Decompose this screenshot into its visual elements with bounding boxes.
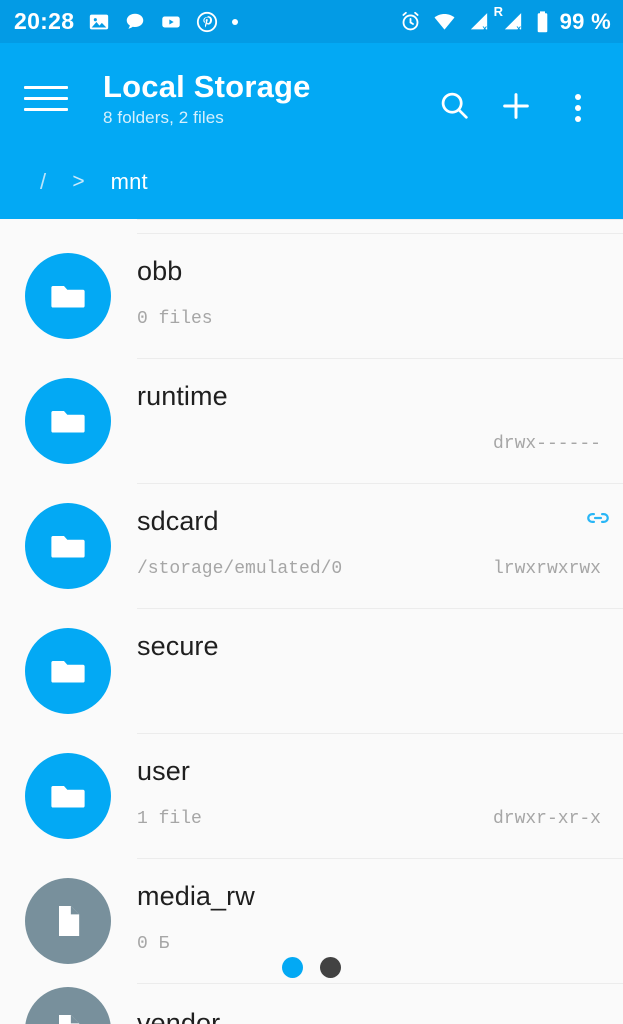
status-bar: 20:28 x x R 99 % bbox=[0, 0, 623, 43]
dot-icon bbox=[232, 18, 239, 25]
search-button[interactable] bbox=[423, 81, 485, 135]
breadcrumb-separator-icon: > bbox=[72, 170, 85, 193]
folder-icon bbox=[25, 502, 111, 589]
list-item-partial-below[interactable]: vendor bbox=[0, 983, 623, 1024]
row-content: secure bbox=[137, 608, 623, 733]
folder-icon bbox=[25, 752, 111, 839]
svg-text:x: x bbox=[482, 23, 487, 33]
item-name: secure bbox=[137, 631, 219, 662]
row-meta bbox=[137, 684, 603, 705]
battery-percent-label: 99 % bbox=[559, 8, 611, 34]
battery-icon bbox=[535, 10, 550, 34]
wifi-icon bbox=[432, 10, 457, 33]
overflow-menu-button[interactable] bbox=[547, 81, 609, 135]
table-row[interactable]: sdcard /storage/emulated/0 lrwxrwxrwx bbox=[0, 483, 623, 608]
item-subtitle: 0 files bbox=[137, 309, 213, 330]
item-permissions: lrwxrwxrwx bbox=[492, 559, 601, 580]
item-subtitle: 1 file bbox=[137, 809, 202, 830]
file-document-icon bbox=[25, 987, 111, 1024]
status-bar-clock: 20:28 bbox=[14, 8, 75, 34]
roaming-r-label: R bbox=[493, 4, 504, 19]
page-subtitle: 8 folders, 2 files bbox=[103, 107, 224, 127]
item-name: user bbox=[137, 756, 190, 787]
breadcrumb: / > mnt bbox=[0, 151, 623, 213]
file-document-icon bbox=[25, 877, 111, 964]
folder-icon bbox=[25, 627, 111, 714]
row-content: runtime drwx------ bbox=[137, 358, 623, 483]
table-row[interactable]: runtime drwx------ bbox=[0, 358, 623, 483]
app-bar: Local Storage 8 folders, 2 files / > mnt bbox=[0, 43, 623, 219]
item-name: media_rw bbox=[137, 881, 255, 912]
folder-icon bbox=[25, 377, 111, 464]
row-content: obb 0 files bbox=[137, 233, 623, 358]
row-content: sdcard /storage/emulated/0 lrwxrwxrwx bbox=[137, 483, 623, 608]
row-meta: /storage/emulated/0 lrwxrwxrwx bbox=[137, 559, 603, 580]
table-row[interactable]: secure bbox=[0, 608, 623, 733]
pinterest-icon bbox=[196, 11, 218, 33]
youtube-icon bbox=[160, 11, 182, 33]
item-permissions: drwx------ bbox=[492, 434, 601, 455]
item-name: obb bbox=[137, 256, 183, 287]
status-bar-right: x x R 99 % bbox=[399, 5, 611, 35]
signal-no-sim-2-icon: x R bbox=[494, 5, 525, 33]
item-name: runtime bbox=[137, 381, 228, 412]
row-meta: 0 files bbox=[137, 309, 603, 330]
app-bar-title-block: Local Storage 8 folders, 2 files bbox=[103, 69, 423, 128]
table-row[interactable]: user 1 file drwxr-xr-x bbox=[0, 733, 623, 858]
item-name: sdcard bbox=[137, 506, 219, 537]
alarm-icon bbox=[399, 10, 422, 33]
app-bar-main-row: Local Storage 8 folders, 2 files bbox=[0, 43, 623, 151]
row-content: user 1 file drwxr-xr-x bbox=[137, 733, 623, 858]
row-divider bbox=[137, 219, 623, 220]
row-meta: drwx------ bbox=[137, 434, 603, 455]
item-subtitle: /storage/emulated/0 bbox=[137, 559, 343, 580]
table-row[interactable]: obb 0 files bbox=[0, 233, 623, 358]
row-content: vendor bbox=[137, 983, 623, 1024]
row-meta: 0 Б bbox=[137, 934, 603, 955]
folder-icon bbox=[25, 252, 111, 339]
chat-bubble-icon bbox=[124, 11, 146, 33]
row-content: media_rw 0 Б bbox=[137, 858, 623, 983]
item-subtitle: 0 Б bbox=[137, 934, 170, 955]
breadcrumb-item-mnt[interactable]: mnt bbox=[109, 165, 150, 199]
table-row[interactable]: media_rw 0 Б bbox=[0, 858, 623, 983]
plus-icon bbox=[499, 89, 533, 128]
row-meta: 1 file drwxr-xr-x bbox=[137, 809, 603, 830]
file-list[interactable]: obb 0 files runtime drwx------ sdcard /s… bbox=[0, 219, 623, 1024]
add-button[interactable] bbox=[485, 81, 547, 135]
search-icon bbox=[438, 89, 471, 127]
gallery-icon bbox=[88, 11, 110, 33]
breadcrumb-item-root[interactable]: / bbox=[38, 165, 48, 199]
app-bar-actions bbox=[423, 81, 609, 135]
list-item-partial-above[interactable] bbox=[0, 219, 623, 233]
item-permissions: drwxr-xr-x bbox=[492, 809, 601, 830]
item-name: vendor bbox=[137, 1008, 221, 1024]
signal-no-sim-1-icon: x bbox=[467, 10, 491, 33]
status-bar-left: 20:28 bbox=[14, 8, 239, 34]
svg-text:x: x bbox=[516, 23, 521, 33]
link-chain-icon bbox=[585, 505, 611, 531]
hamburger-menu-icon[interactable] bbox=[24, 75, 70, 121]
more-vert-icon bbox=[575, 94, 581, 122]
page-title: Local Storage bbox=[103, 69, 311, 104]
